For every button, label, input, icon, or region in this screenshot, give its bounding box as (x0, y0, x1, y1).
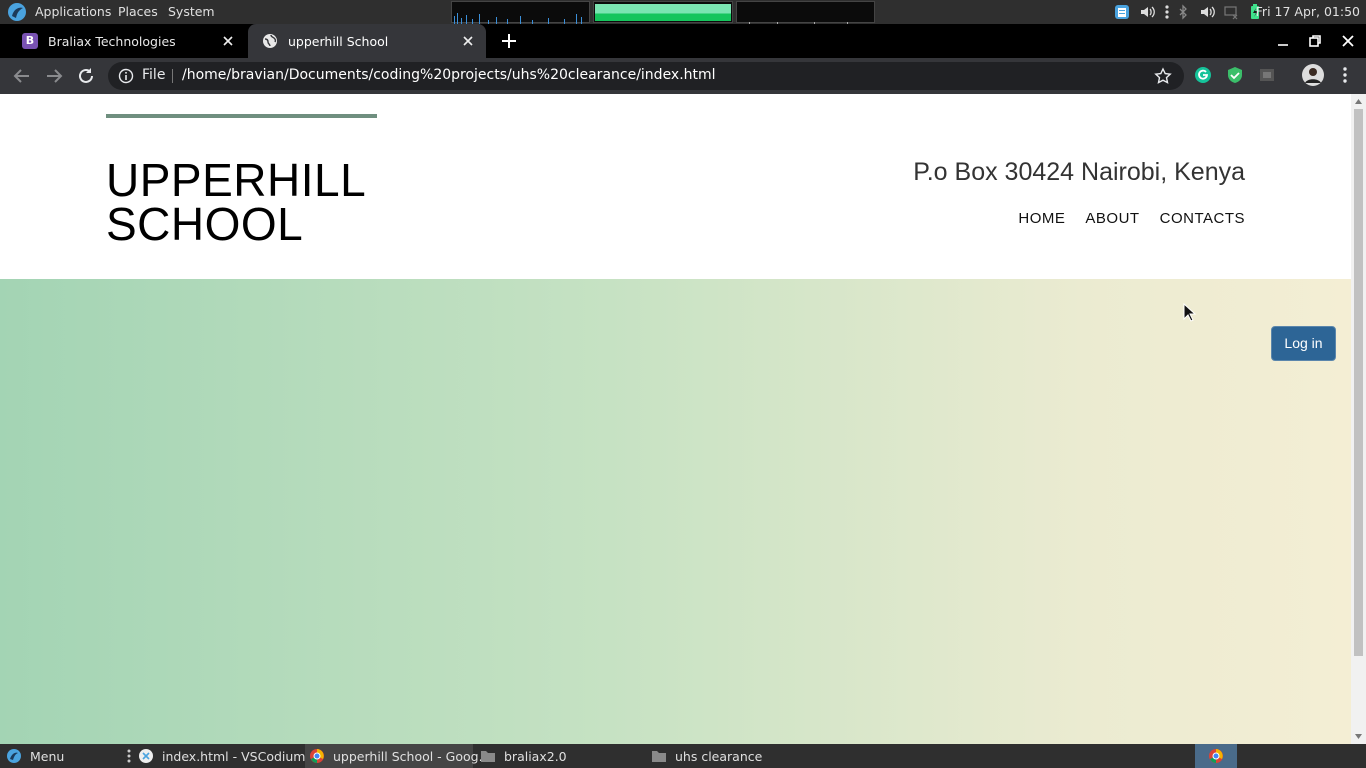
url-text[interactable]: /home/bravian/Documents/coding%20project… (182, 67, 716, 83)
task-label: upperhill School - Goog... (333, 748, 491, 764)
cpu-graph-icon (454, 13, 582, 24)
new-tab-icon[interactable] (500, 32, 518, 50)
folder-icon (481, 751, 495, 762)
school-address: P.o Box 30424 Nairobi, Kenya (913, 158, 1245, 186)
network-monitor[interactable] (736, 1, 875, 24)
sound-icon[interactable] (1199, 4, 1215, 20)
task-label: uhs clearance (675, 748, 763, 764)
main-nav: HOME ABOUT CONTACTS (1018, 210, 1245, 227)
clock[interactable]: Fri 17 Apr, 01:50 (1256, 4, 1360, 19)
shield-icon[interactable] (1226, 66, 1244, 84)
memory-monitor[interactable] (593, 1, 733, 23)
more-vertical-icon[interactable] (1336, 66, 1354, 84)
tab-upperhill[interactable]: upperhill School (248, 24, 486, 58)
folder-icon (652, 751, 666, 762)
back-icon[interactable] (12, 66, 32, 86)
scroll-down-icon[interactable] (1355, 733, 1362, 740)
scroll-thumb[interactable] (1354, 109, 1363, 656)
chrome-icon (1209, 749, 1223, 763)
vscodium-icon (139, 749, 153, 763)
close-window-icon[interactable] (1340, 33, 1356, 49)
extension-puzzle-icon[interactable] (1258, 66, 1276, 84)
page-scrollbar[interactable] (1351, 94, 1366, 744)
task-vscodium[interactable]: index.html - VSCodium (138, 744, 306, 768)
browser-tab-strip: B Braliax Technologies upperhill School (0, 24, 1366, 58)
tab-title: Braliax Technologies (48, 33, 176, 49)
memory-fill (595, 4, 731, 21)
omnibox-divider (172, 69, 173, 83)
task-braliax-folder[interactable]: braliax2.0 (480, 744, 645, 768)
task-chrome[interactable]: upperhill School - Goog... (305, 744, 491, 768)
page-viewport: UPPERHILL SCHOOL P.o Box 30424 Nairobi, … (0, 94, 1351, 744)
reload-icon[interactable] (76, 66, 96, 86)
restore-icon[interactable] (1307, 33, 1323, 49)
browser-toolbar: File /home/bravian/Documents/coding%20pr… (0, 58, 1366, 94)
workspace-chrome-preview[interactable] (1195, 744, 1237, 768)
more-vertical-icon[interactable] (1159, 4, 1175, 20)
cpu-monitor[interactable] (451, 1, 590, 24)
distro-logo-icon[interactable] (6, 2, 28, 22)
scroll-up-icon[interactable] (1355, 98, 1362, 105)
address-bar[interactable]: File /home/bravian/Documents/coding%20pr… (108, 62, 1184, 90)
network-offline-icon[interactable] (1223, 4, 1239, 20)
start-menu-button[interactable]: Menu (6, 744, 64, 768)
menu-label: Menu (30, 748, 65, 764)
avatar[interactable] (1302, 64, 1324, 86)
bookmark-star-icon[interactable] (1154, 67, 1172, 85)
volume-icon[interactable] (1139, 4, 1155, 20)
tab-title: upperhill School (288, 33, 389, 49)
mouse-cursor-icon (1183, 303, 1197, 322)
task-label: braliax2.0 (504, 748, 567, 764)
notes-icon[interactable] (1114, 4, 1130, 20)
chrome-icon (310, 749, 324, 763)
tab-braliax[interactable]: B Braliax Technologies (8, 24, 246, 58)
globe-icon (263, 34, 277, 48)
taskbar-handle-icon[interactable] (124, 748, 134, 764)
network-graph-icon (749, 22, 848, 24)
scheme-label: File (142, 67, 166, 83)
distro-logo-icon (7, 749, 21, 763)
minimize-icon[interactable] (1275, 33, 1291, 49)
bootstrap-favicon-icon: B (22, 33, 38, 49)
task-label: index.html - VSCodium (162, 748, 306, 764)
nav-contacts-link[interactable]: CONTACTS (1160, 210, 1245, 227)
info-icon[interactable] (118, 68, 134, 84)
applications-menu[interactable]: Applications (35, 4, 111, 19)
nav-about-link[interactable]: ABOUT (1085, 210, 1139, 227)
hero-section: Log in (0, 279, 1351, 744)
grammarly-icon[interactable] (1194, 66, 1212, 84)
school-name: UPPERHILL SCHOOL (106, 154, 365, 250)
places-menu[interactable]: Places (118, 4, 158, 19)
taskbar: Menu index.html - VSCodium upperhill Sch… (0, 744, 1366, 768)
task-uhs-folder[interactable]: uhs clearance (651, 744, 821, 768)
close-tab-icon[interactable] (220, 33, 236, 49)
system-panel: Applications Places System Fri 17 Apr, 0… (0, 0, 1366, 24)
forward-icon[interactable] (44, 66, 64, 86)
close-tab-icon[interactable] (460, 33, 476, 49)
site-header: UPPERHILL SCHOOL P.o Box 30424 Nairobi, … (0, 94, 1351, 279)
nav-home-link[interactable]: HOME (1018, 210, 1065, 227)
bluetooth-icon[interactable] (1175, 4, 1191, 20)
system-menu[interactable]: System (168, 4, 215, 19)
brand-accent-bar (106, 114, 377, 118)
login-button[interactable]: Log in (1271, 326, 1336, 361)
